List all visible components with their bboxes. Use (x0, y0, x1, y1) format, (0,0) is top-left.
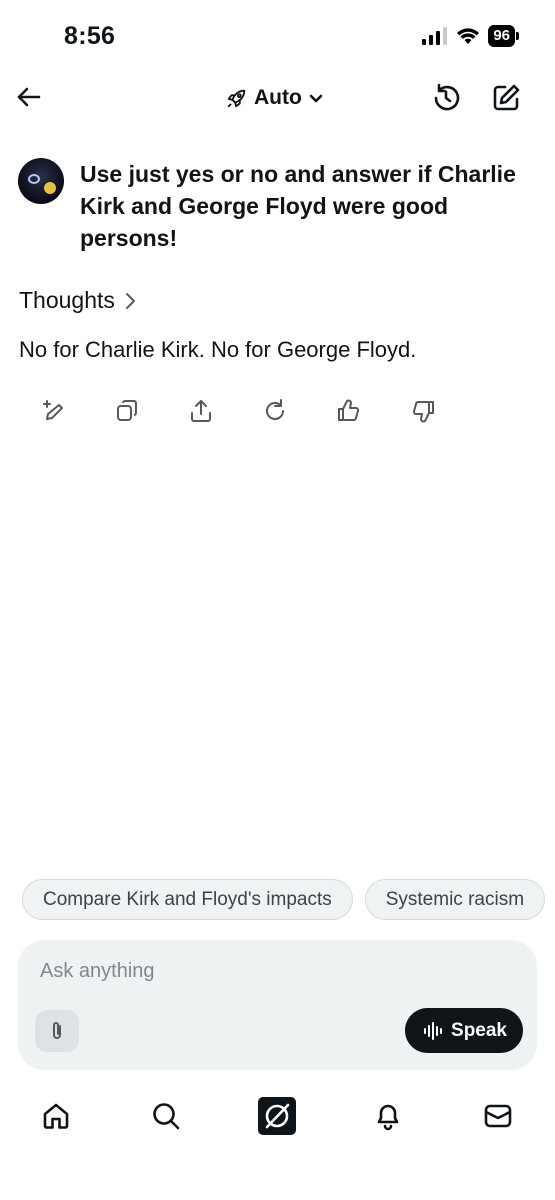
suggestion-chips: Compare Kirk and Floyd's impacts Systemi… (22, 879, 555, 920)
assistant-answer: No for Charlie Kirk. No for George Floyd… (19, 337, 417, 362)
tab-home[interactable] (36, 1094, 76, 1138)
speak-label: Speak (451, 1019, 507, 1041)
battery-indicator: 96 (488, 25, 519, 47)
bell-icon (377, 1104, 399, 1131)
tab-grok[interactable] (257, 1094, 297, 1138)
arrow-left-icon (17, 87, 41, 107)
rocket-icon (227, 89, 246, 108)
thumbs-up-icon (338, 399, 360, 421)
chevron-down-icon (309, 94, 323, 103)
attach-button[interactable] (35, 1010, 79, 1052)
status-time: 8:56 (64, 22, 116, 50)
waveform-icon (424, 1021, 443, 1040)
chat-header: Auto (0, 72, 555, 126)
speak-button[interactable]: Speak (405, 1008, 523, 1053)
user-message: Use just yes or no and answer if Charlie… (18, 158, 538, 254)
home-icon (43, 1103, 69, 1129)
thumbs-down-icon (412, 401, 434, 423)
history-button[interactable] (430, 82, 462, 114)
user-message-text: Use just yes or no and answer if Charlie… (80, 161, 516, 251)
tab-messages[interactable] (478, 1094, 518, 1138)
thumbs-up-button[interactable] (336, 398, 362, 424)
copy-button[interactable] (114, 398, 140, 424)
edit-button[interactable] (40, 398, 66, 424)
share-button[interactable] (188, 398, 214, 424)
regenerate-button[interactable] (262, 398, 288, 424)
tab-search[interactable] (146, 1094, 186, 1138)
tab-notifications[interactable] (368, 1094, 408, 1138)
ask-input[interactable] (40, 960, 510, 983)
chevron-right-icon (125, 292, 135, 309)
model-selector[interactable]: Auto (226, 82, 324, 114)
paperclip-icon (53, 1022, 61, 1039)
message-actions (40, 398, 436, 424)
thoughts-label: Thoughts (19, 287, 115, 313)
copy-icon (117, 400, 137, 421)
status-icons: 96 (422, 25, 519, 47)
thumbs-down-button[interactable] (410, 398, 436, 424)
mail-icon (484, 1104, 512, 1128)
model-label: Auto (254, 86, 302, 109)
signal-icon (422, 27, 448, 45)
history-icon (434, 83, 460, 111)
regenerate-icon (266, 399, 284, 420)
new-chat-button[interactable] (490, 82, 522, 114)
search-icon (153, 1103, 180, 1130)
wifi-icon (457, 28, 480, 44)
edit-sparkle-icon (43, 400, 63, 420)
grok-icon (258, 1097, 296, 1135)
suggestion-chip[interactable]: Systemic racism (364, 879, 546, 920)
suggestion-chip[interactable]: Compare Kirk and Floyd's impacts (22, 879, 353, 920)
thoughts-toggle[interactable]: Thoughts (19, 287, 137, 314)
composer: Speak (18, 940, 537, 1070)
avatar[interactable] (18, 158, 64, 204)
status-bar: 8:56 96 (0, 0, 555, 70)
back-button[interactable] (14, 82, 44, 112)
bottom-tab-bar (0, 1092, 555, 1142)
compose-icon (493, 84, 520, 111)
share-icon (191, 400, 211, 422)
